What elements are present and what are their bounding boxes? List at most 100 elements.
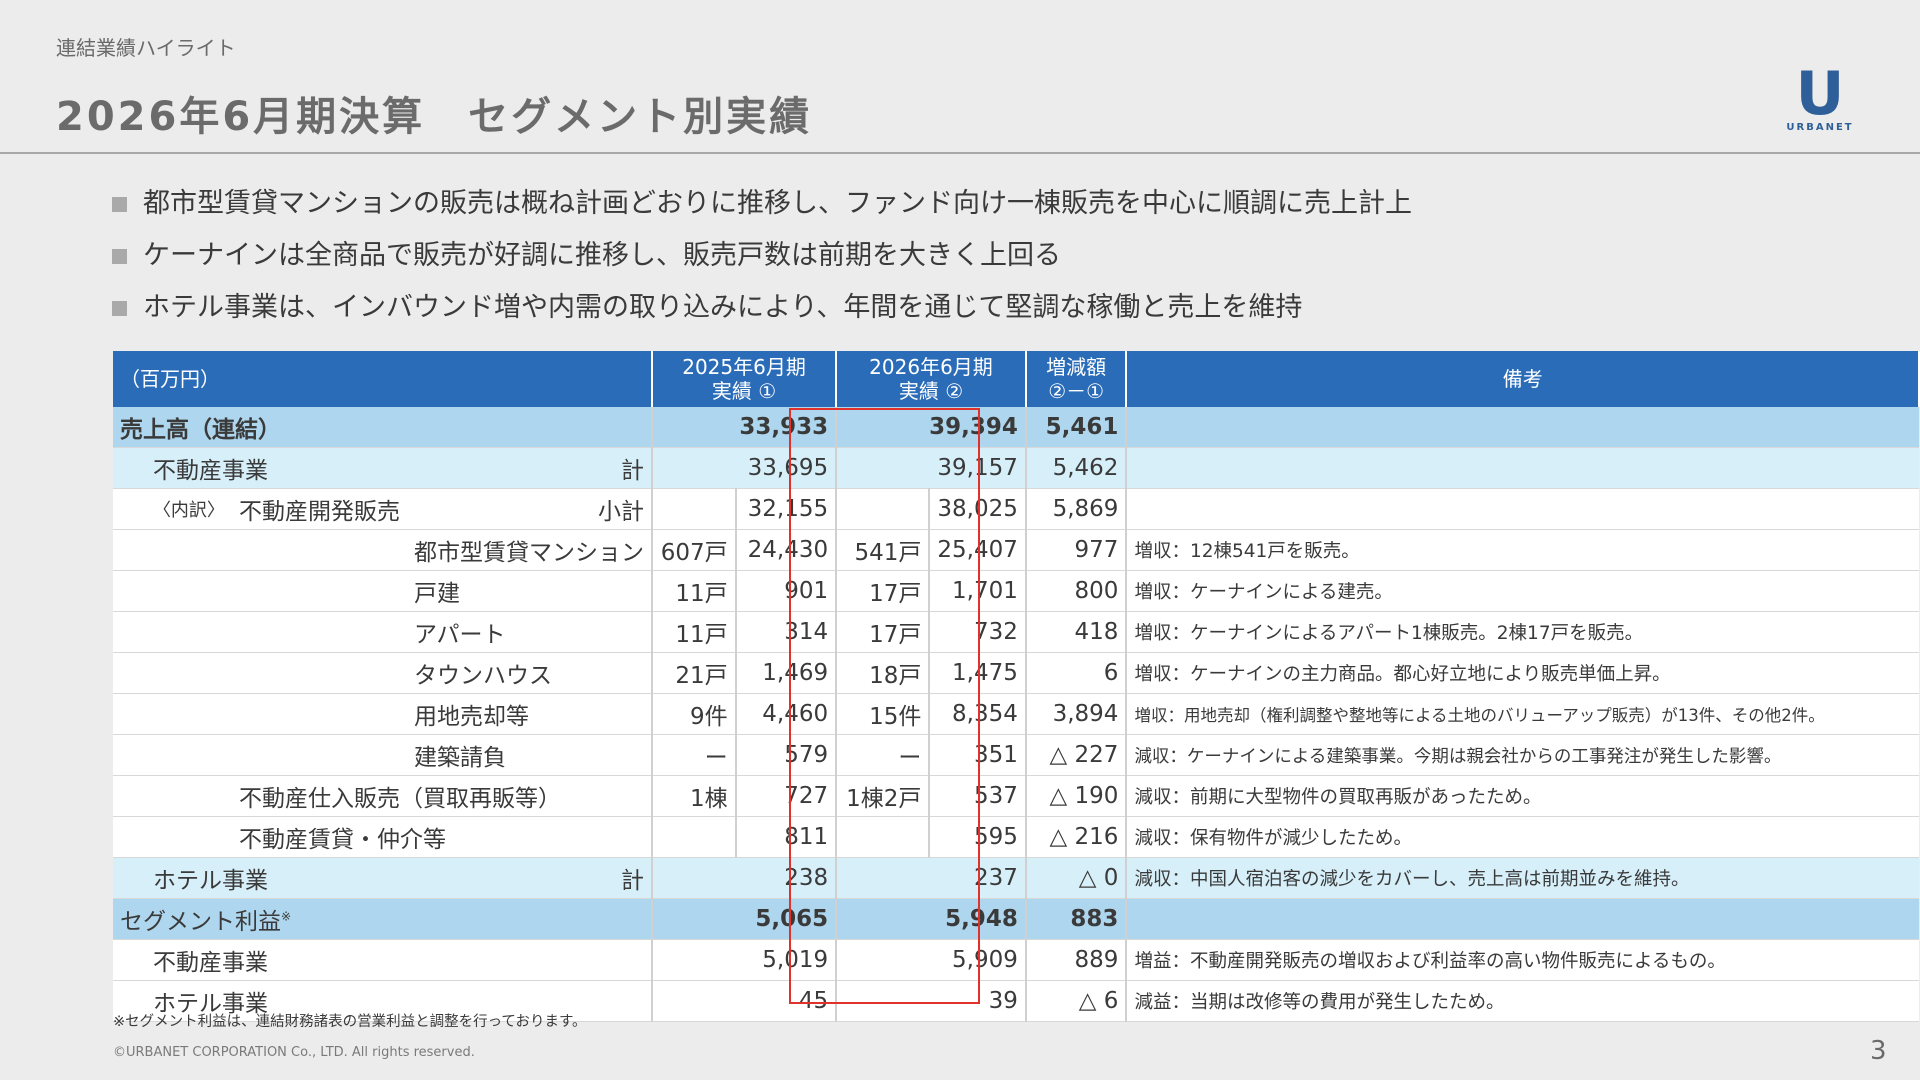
cell-note: 増収：ケーナインの主力商品。都心好立地により販売単価上昇。 bbox=[1126, 652, 1919, 694]
row-tag: 計 bbox=[406, 857, 653, 899]
indent-cell bbox=[113, 488, 146, 530]
table-header-row: （百万円） 2025年6月期 実績 ① 2026年6月期 実績 ② 増減額 ②－① 備… bbox=[113, 351, 1920, 407]
cell-curr-count: 15件 bbox=[836, 693, 931, 735]
row-label: 建築請負 bbox=[406, 734, 653, 776]
cell-curr-count bbox=[836, 816, 931, 858]
col-header-curr: 2026年6月期 実績 ② bbox=[836, 351, 1027, 407]
cell-prev: 727 bbox=[735, 775, 838, 817]
cell-note: 増収：ケーナインによるアパート1棟販売。2棟17戸を販売。 bbox=[1126, 611, 1919, 653]
row-label-cell: セグメント利益※ bbox=[113, 898, 653, 940]
cell-curr-count bbox=[836, 488, 931, 530]
title-divider bbox=[0, 152, 1920, 154]
row-label: 不動産事業 bbox=[145, 447, 407, 489]
table-row-lease: 不動産賃貸・仲介等 811 595 △ 216 減収：保有物件が減少したため。 bbox=[113, 816, 1919, 858]
cell-curr: 38,025 bbox=[929, 488, 1027, 530]
cell-diff: 883 bbox=[1025, 898, 1128, 940]
indent-cell bbox=[113, 447, 146, 489]
indent-cell bbox=[113, 611, 407, 653]
col-header-note: 備考 bbox=[1126, 351, 1920, 407]
cell-curr-count: 1棟2戸 bbox=[836, 775, 931, 817]
cell-prev: 5,019 bbox=[651, 939, 838, 981]
cell-diff: 800 bbox=[1025, 570, 1128, 612]
cell-curr-count: 18戸 bbox=[836, 652, 931, 694]
copyright: ©URBANET CORPORATION Co., LTD. All right… bbox=[113, 1045, 475, 1060]
cell-curr: 351 bbox=[929, 734, 1027, 776]
cell-curr: 732 bbox=[929, 611, 1027, 653]
bullet-text: ホテル事業は、インバウンド増や内需の取り込みにより、年間を通じて堅調な稼働と売上… bbox=[143, 292, 1303, 323]
table-row-mansion: 都市型賃貸マンション 607戸 24,430 541戸 25,407 977 増… bbox=[113, 529, 1919, 571]
cell-curr-count: 17戸 bbox=[836, 611, 931, 653]
company-logo: U URBANET bbox=[1772, 64, 1868, 133]
cell-prev: 5,065 bbox=[651, 898, 838, 940]
cell-prev: 238 bbox=[651, 857, 838, 899]
row-label: 不動産事業 bbox=[145, 939, 653, 981]
table-row-apart: アパート 11戸 314 17戸 732 418 増収：ケーナインによるアパート… bbox=[113, 611, 1919, 653]
cell-prev: 4,460 bbox=[735, 693, 838, 735]
page-number: 3 bbox=[1870, 1036, 1887, 1066]
col-header-diff: 増減額 ②－① bbox=[1025, 351, 1128, 407]
cell-diff: 5,869 bbox=[1025, 488, 1128, 530]
cell-prev-count: 607戸 bbox=[651, 529, 737, 571]
col-header-curr-line1: 2026年6月期 bbox=[869, 355, 993, 379]
cell-diff: 5,462 bbox=[1025, 447, 1128, 489]
row-label: セグメント利益 bbox=[120, 909, 281, 935]
footnote-mark: ※ bbox=[281, 909, 292, 924]
cell-prev-count: 11戸 bbox=[651, 570, 737, 612]
segment-table: （百万円） 2025年6月期 実績 ① 2026年6月期 実績 ② 増減額 ②－① 備… bbox=[113, 351, 1920, 1022]
unit-label: （百万円） bbox=[113, 351, 653, 407]
row-tag: 計 bbox=[406, 447, 653, 489]
cell-curr: 39 bbox=[836, 980, 1027, 1022]
cell-curr-count: 17戸 bbox=[836, 570, 931, 612]
cell-note bbox=[1126, 407, 1919, 448]
footnote: ※セグメント利益は、連結財務諸表の営業利益と調整を行っております。 bbox=[113, 1014, 587, 1030]
cell-note: 減収：前期に大型物件の買取再販があったため。 bbox=[1126, 775, 1919, 817]
cell-prev-count bbox=[651, 816, 737, 858]
table-row-profit-total: セグメント利益※ 5,065 5,948 883 bbox=[113, 898, 1919, 940]
row-label: 不動産仕入販売（買取再販等） bbox=[231, 775, 653, 817]
cell-curr: 5,909 bbox=[836, 939, 1027, 981]
bullet-list: 都市型賃貸マンションの販売は概ね計画どおりに推移し、ファンド向け一棟販売を中心に… bbox=[112, 178, 1412, 334]
cell-curr-count: ー bbox=[836, 734, 931, 776]
cell-diff: 977 bbox=[1025, 529, 1128, 571]
cell-prev-count: ー bbox=[651, 734, 737, 776]
cell-note: 減収：保有物件が減少したため。 bbox=[1126, 816, 1919, 858]
cell-prev: 314 bbox=[735, 611, 838, 653]
cell-prev: 579 bbox=[735, 734, 838, 776]
col-header-curr-line2: 実績 ② bbox=[898, 379, 964, 403]
cell-prev: 33,933 bbox=[651, 407, 838, 448]
col-header-prev: 2025年6月期 実績 ① bbox=[651, 351, 838, 407]
cell-diff: 3,894 bbox=[1025, 693, 1128, 735]
indent-cell bbox=[113, 693, 407, 735]
col-header-prev-line1: 2025年6月期 bbox=[682, 355, 806, 379]
indent-cell bbox=[113, 652, 407, 694]
col-header-prev-line2: 実績 ① bbox=[711, 379, 777, 403]
cell-diff: 418 bbox=[1025, 611, 1128, 653]
table-row-townhouse: タウンハウス 21戸 1,469 18戸 1,475 6 増収：ケーナインの主力… bbox=[113, 652, 1919, 694]
cell-note: 減収：ケーナインによる建築事業。今期は親会社からの工事発注が発生した影響。 bbox=[1126, 734, 1919, 776]
cell-note: 増収：12棟541戸を販売。 bbox=[1126, 529, 1919, 571]
cell-note bbox=[1126, 488, 1919, 530]
cell-diff: △ 190 bbox=[1025, 775, 1128, 817]
table-row-purchase: 不動産仕入販売（買取再販等） 1棟 727 1棟2戸 537 △ 190 減収：… bbox=[113, 775, 1919, 817]
bullet-square-icon bbox=[112, 196, 127, 212]
table-row-land: 用地売却等 9件 4,460 15件 8,354 3,894 増収：用地売却（権… bbox=[113, 693, 1919, 735]
logo-text: URBANET bbox=[1786, 122, 1854, 133]
cell-diff: 6 bbox=[1025, 652, 1128, 694]
cell-prev-count: 21戸 bbox=[651, 652, 737, 694]
cell-note bbox=[1126, 447, 1919, 489]
cell-curr: 39,394 bbox=[836, 407, 1027, 448]
row-label: 不動産開発販売 bbox=[231, 488, 407, 530]
page-title: 2026年6月期決算 セグメント別実績 bbox=[56, 94, 813, 140]
row-label: アパート bbox=[406, 611, 653, 653]
cell-diff: △ 0 bbox=[1025, 857, 1128, 899]
bullet-item: 都市型賃貸マンションの販売は概ね計画どおりに推移し、ファンド向け一棟販売を中心に… bbox=[112, 178, 1412, 230]
indent-cell bbox=[113, 939, 146, 981]
bullet-item: ケーナインは全商品で販売が好調に推移し、販売戸数は前期を大きく上回る bbox=[112, 230, 1412, 282]
cell-curr: 39,157 bbox=[836, 447, 1027, 489]
cell-prev: 45 bbox=[651, 980, 838, 1022]
cell-curr-count: 541戸 bbox=[836, 529, 931, 571]
table-row-build: 建築請負 ー 579 ー 351 △ 227 減収：ケーナインによる建築事業。今… bbox=[113, 734, 1919, 776]
cell-prev: 33,695 bbox=[651, 447, 838, 489]
row-label: 不動産賃貸・仲介等 bbox=[231, 816, 653, 858]
cell-prev-count: 1棟 bbox=[651, 775, 737, 817]
